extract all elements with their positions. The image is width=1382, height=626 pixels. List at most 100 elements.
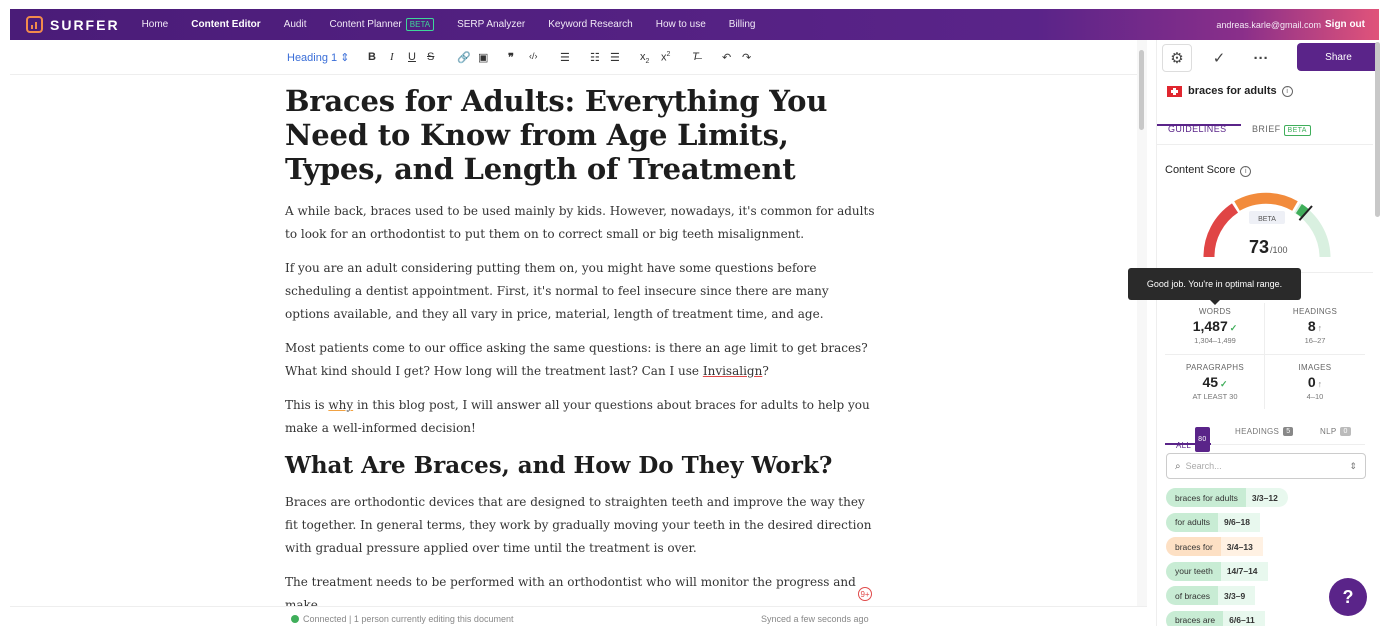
term-chip[interactable]: your teeth 14/7–14 — [1166, 561, 1288, 581]
panel-scrollbar-thumb[interactable] — [1375, 42, 1380, 217]
term-chip[interactable]: for adults 9/6–18 — [1166, 512, 1288, 532]
stat-paragraphs-label: PARAGRAPHS — [1186, 363, 1244, 372]
nav-content-editor[interactable]: Content Editor — [191, 19, 260, 30]
term-tab-indicator — [1165, 443, 1211, 445]
score-tooltip: Good job. You're in optimal range. — [1128, 268, 1301, 305]
term-chip-text: for adults — [1166, 512, 1218, 532]
connected-dot-icon — [291, 615, 299, 623]
image-icon[interactable]: ▣ — [478, 51, 488, 64]
heading-select-label: Heading 1 — [287, 52, 338, 64]
sign-out-link[interactable]: Sign out — [1325, 19, 1365, 30]
stat-images-value-row: 0 ↑ — [1265, 374, 1365, 390]
flagged-word-invisalign[interactable]: Invisalign — [703, 364, 762, 378]
editor-scrollbar-thumb[interactable] — [1139, 50, 1144, 130]
term-chip-text: your teeth — [1166, 561, 1221, 581]
gauge-score-arc — [1295, 203, 1310, 218]
sort-icon[interactable]: ⇕ — [1349, 461, 1357, 472]
stat-images-label: IMAGES — [1298, 363, 1332, 372]
bullet-list-icon[interactable]: ☰ — [610, 51, 620, 64]
grammar-notes-badge[interactable]: 9+ — [858, 587, 872, 601]
term-chip[interactable]: braces are 6/6–11 — [1166, 610, 1288, 626]
share-button[interactable]: Share — [1297, 43, 1380, 71]
term-chip-count: 3/3–12 — [1245, 488, 1288, 507]
stat-words-label: WORDS — [1198, 307, 1232, 316]
guidelines-panel: ⚙ ✓ ··· Share braces for adults i GUIDEL… — [1156, 40, 1380, 626]
check-icon: ✓ — [1229, 323, 1238, 333]
paragraph-4-text-a: This is — [285, 398, 329, 412]
stat-headings: HEADINGS 8 ↑ 16–27 — [1265, 307, 1365, 345]
paragraph-3[interactable]: Most patients come to our office asking … — [285, 337, 875, 383]
term-tab-nlp[interactable]: NLP 0 — [1320, 427, 1351, 436]
ordered-list-icon[interactable]: ☷ — [590, 51, 600, 64]
search-placeholder: Search... — [1185, 461, 1222, 471]
quote-icon[interactable]: ❞ — [508, 51, 514, 64]
more-options-icon[interactable]: ··· — [1246, 44, 1276, 72]
term-chip-count: 3/3–9 — [1217, 586, 1256, 605]
term-search-input[interactable]: ⌕ Search... ⇕ — [1166, 453, 1366, 479]
flagged-word-why[interactable]: why — [328, 398, 353, 412]
link-icon[interactable]: 🔗 — [457, 51, 471, 64]
nav-home[interactable]: Home — [142, 19, 169, 30]
nav-content-planner[interactable]: Content Planner BETA — [329, 18, 435, 31]
stat-paragraphs-range: AT LEAST 30 — [1192, 392, 1238, 401]
bold-icon[interactable]: B — [368, 51, 376, 63]
brand-logo[interactable]: SURFER — [26, 16, 120, 33]
term-chip-text: braces for — [1166, 537, 1221, 556]
code-icon[interactable]: ‹/› — [529, 51, 538, 61]
underline-icon[interactable]: U — [408, 51, 416, 63]
select-arrows-icon: ⇕ — [340, 52, 350, 64]
term-tab-headings-count: 5 — [1283, 427, 1294, 436]
tab-brief[interactable]: BRIEF BETA — [1252, 124, 1311, 136]
align-icon[interactable]: ☰ — [560, 51, 570, 64]
arrow-up-icon: ↑ — [1317, 323, 1323, 333]
term-chip[interactable]: braces for adults 3/3–12 — [1166, 488, 1288, 507]
term-chip-count: 6/6–11 — [1223, 610, 1265, 626]
stat-paragraphs: PARAGRAPHS 45 ✓ AT LEAST 30 — [1165, 363, 1265, 401]
document-body[interactable]: Braces for Adults: Everything You Need t… — [285, 84, 875, 626]
term-chip[interactable]: braces for 3/4–13 — [1166, 537, 1288, 556]
subscript-icon[interactable]: x2 — [640, 51, 649, 65]
paragraph-2[interactable]: If you are an adult considering putting … — [285, 257, 875, 326]
swiss-flag-icon — [1167, 85, 1182, 97]
content-score-gauge: BETA 73 /100 — [1203, 192, 1331, 258]
check-icon: ✓ — [1220, 379, 1228, 389]
nav-how-to-use[interactable]: How to use — [656, 19, 706, 30]
term-tab-nlp-count: 0 — [1340, 427, 1351, 436]
help-button[interactable]: ? — [1329, 578, 1367, 616]
term-chip-count: 9/6–18 — [1217, 512, 1260, 532]
paragraph-3-text-a: Most patients come to our office asking … — [285, 341, 868, 378]
stat-words-range: 1,304–1,499 — [1194, 336, 1236, 345]
redo-icon[interactable]: ↷ — [742, 51, 751, 64]
doc-title[interactable]: Braces for Adults: Everything You Need t… — [285, 84, 875, 186]
italic-icon[interactable]: I — [390, 51, 394, 63]
top-nav: SURFER Home Content Editor Audit Content… — [10, 9, 1379, 40]
info-icon[interactable]: i — [1281, 85, 1293, 97]
settings-gear-icon[interactable]: ⚙ — [1162, 44, 1192, 72]
nav-billing[interactable]: Billing — [729, 19, 756, 30]
term-chip-count: 14/7–14 — [1220, 561, 1268, 581]
paragraph-4[interactable]: This is why in this blog post, I will an… — [285, 394, 875, 440]
stat-headings-label: HEADINGS — [1292, 307, 1338, 316]
strikethrough-icon[interactable]: S — [427, 51, 434, 63]
brief-beta-badge: BETA — [1283, 125, 1311, 136]
stats-divider-middle — [1165, 354, 1365, 355]
gauge-red-arc — [1203, 203, 1239, 258]
planner-beta-badge: BETA — [405, 18, 435, 31]
term-tab-headings[interactable]: HEADINGS 5 — [1235, 427, 1294, 436]
nav-serp-analyzer[interactable]: SERP Analyzer — [457, 19, 525, 30]
check-circle-icon[interactable]: ✓ — [1204, 44, 1234, 72]
term-chip[interactable]: of braces 3/3–9 — [1166, 586, 1288, 605]
doc-heading-2[interactable]: What Are Braces, and How Do They Work? — [285, 451, 875, 481]
stat-paragraphs-value-row: 45 ✓ — [1165, 374, 1265, 390]
paragraph-5[interactable]: Braces are orthodontic devices that are … — [285, 491, 875, 560]
superscript-icon[interactable]: x2 — [661, 51, 670, 64]
paragraph-1[interactable]: A while back, braces used to be used mai… — [285, 200, 875, 246]
score-info-icon[interactable]: i — [1240, 166, 1252, 177]
nav-audit[interactable]: Audit — [284, 19, 307, 30]
nav-keyword-research[interactable]: Keyword Research — [548, 19, 632, 30]
clear-format-icon[interactable]: T̶ — [692, 51, 699, 63]
connection-status: Connected | 1 person currently editing t… — [291, 614, 513, 624]
undo-icon[interactable]: ↶ — [722, 51, 731, 64]
term-tab-all-label: ALL — [1176, 440, 1192, 450]
heading-select[interactable]: Heading 1 ⇕ — [287, 51, 349, 64]
